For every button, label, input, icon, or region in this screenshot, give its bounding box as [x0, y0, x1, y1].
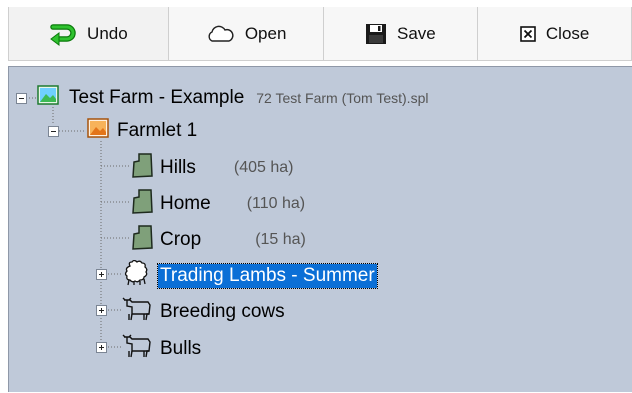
farm-editor-window: Undo Open Save Close Test Farm - Example… — [0, 0, 632, 392]
paddock-name-label: Crop — [160, 228, 202, 250]
farmlet-collapse-toggle[interactable] — [48, 126, 59, 137]
open-button[interactable]: Open — [168, 7, 324, 61]
paddock-icon — [130, 188, 154, 219]
mob-name-label: Bulls — [160, 337, 202, 359]
farm-name-label: Test Farm - Example — [69, 86, 245, 108]
open-label: Open — [244, 23, 287, 43]
save-button[interactable]: Save — [323, 7, 479, 61]
farm-map-icon — [37, 85, 59, 110]
farm-file-name: 72 Test Farm (Tom Test).spl — [256, 89, 429, 106]
tree-node-paddock[interactable]: Crop (15 ha) — [130, 224, 306, 255]
tree-node-mob[interactable]: Breeding cows — [122, 296, 287, 327]
tree-node-mob[interactable]: Trading Lambs - Summer — [122, 259, 378, 291]
paddock-area: (110 ha) — [246, 194, 306, 212]
paddock-name-label: Home — [160, 192, 211, 214]
cow-icon — [122, 333, 152, 364]
toolbar: Undo Open Save Close — [8, 7, 632, 61]
mob-expand-toggle[interactable] — [96, 305, 107, 316]
paddock-area: (405 ha) — [233, 158, 294, 176]
close-label: Close — [545, 23, 590, 43]
tree-node-farm[interactable]: Test Farm - Example 72 Test Farm (Tom Te… — [37, 85, 428, 110]
paddock-name-label: Hills — [160, 156, 196, 178]
undo-label: Undo — [87, 23, 128, 43]
floppy-disk-icon — [365, 23, 387, 45]
save-label: Save — [397, 23, 436, 43]
tree-node-mob[interactable]: Bulls — [122, 333, 203, 364]
paddock-icon — [130, 224, 154, 255]
root-collapse-toggle[interactable] — [16, 93, 27, 104]
mob-name-label: Breeding cows — [160, 300, 285, 322]
close-button[interactable]: Close — [478, 7, 632, 61]
farmlet-map-icon — [87, 118, 109, 143]
mob-expand-toggle[interactable] — [96, 269, 107, 280]
tree-node-farmlet[interactable]: Farmlet 1 — [87, 118, 199, 143]
farm-tree-panel[interactable]: Test Farm - Example 72 Test Farm (Tom Te… — [8, 66, 632, 392]
undo-button[interactable]: Undo — [9, 7, 169, 61]
mob-expand-toggle[interactable] — [96, 342, 107, 353]
mob-name-label: Trading Lambs - Summer — [157, 262, 378, 289]
close-box-icon — [520, 25, 536, 42]
paddock-icon — [130, 152, 154, 183]
cloud-icon — [205, 24, 235, 44]
tree-node-paddock[interactable]: Hills (405 ha) — [130, 152, 293, 183]
tree-node-paddock[interactable]: Home (110 ha) — [130, 188, 305, 219]
farmlet-name-label: Farmlet 1 — [117, 119, 198, 141]
paddock-area: (15 ha) — [255, 230, 306, 248]
cow-icon — [122, 296, 152, 327]
undo-icon — [49, 22, 77, 46]
sheep-icon — [122, 259, 152, 291]
